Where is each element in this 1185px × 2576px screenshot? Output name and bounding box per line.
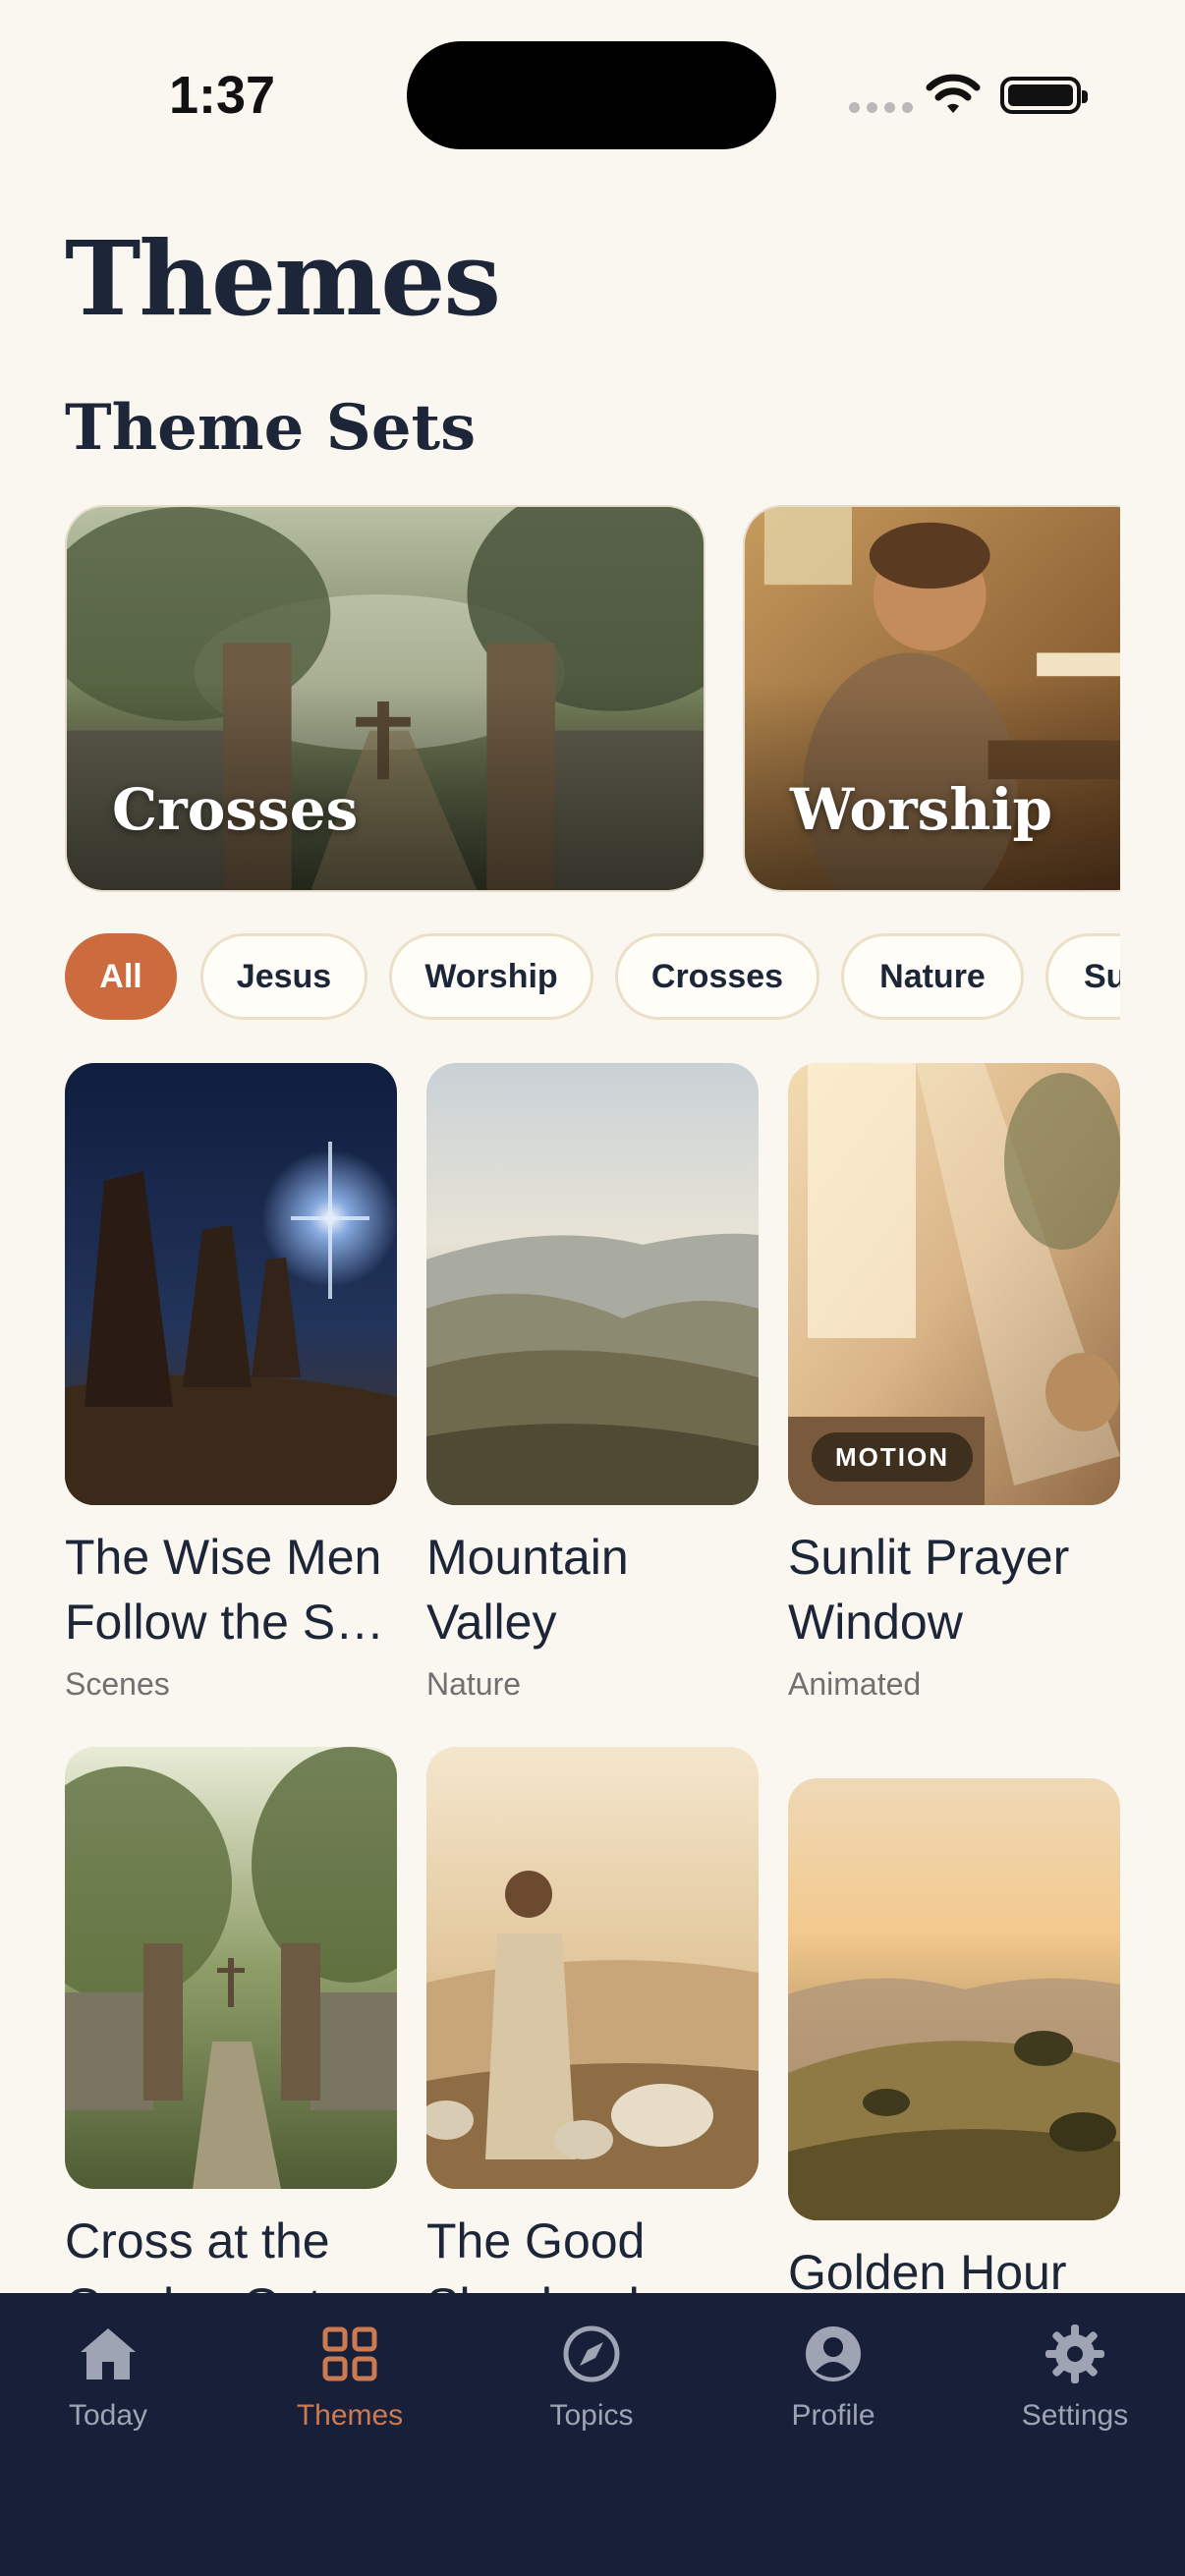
theme-category: Animated	[788, 1666, 922, 1702]
theme-thumbnail	[426, 1747, 759, 2189]
theme-tile[interactable]: MOTION Sunlit Prayer Window Animated	[788, 1063, 1120, 1703]
theme-sets-carousel[interactable]: Crosses Worship	[0, 503, 1120, 896]
page-title: Themes	[65, 218, 501, 339]
tab-label: Settings	[1021, 2399, 1129, 2432]
theme-thumbnail	[65, 1063, 397, 1505]
theme-set-label: Worship	[790, 776, 1053, 843]
filter-chip-jesus[interactable]: Jesus	[200, 933, 367, 1020]
grid-icon	[322, 2326, 377, 2381]
tab-today[interactable]: Today	[10, 2323, 206, 2433]
theme-thumbnail	[788, 1778, 1120, 2220]
theme-tile[interactable]: Cross at the Garden Gate	[65, 1747, 397, 2293]
theme-name: Cross at the Garden Gate	[65, 2213, 349, 2293]
house-icon	[81, 2328, 136, 2380]
compass-icon	[563, 2325, 620, 2382]
theme-tile[interactable]: The Wise Men Follow the S… Scenes	[65, 1063, 397, 1703]
filter-chip-worship[interactable]: Worship	[389, 933, 593, 1020]
status-bar: 1:37	[0, 0, 1185, 187]
status-time: 1:37	[169, 66, 276, 125]
dynamic-island	[407, 41, 776, 149]
battery-icon	[1000, 77, 1088, 114]
person-circle-icon	[806, 2326, 861, 2381]
theme-name: The Wise Men Follow the S…	[65, 1530, 385, 1650]
theme-thumbnail: MOTION	[788, 1063, 1120, 1505]
tab-bar: Today Themes Topics Profile Settings	[0, 2293, 1185, 2576]
theme-name: The Good Shepherd	[426, 2213, 646, 2293]
tab-label: Themes	[296, 2399, 404, 2432]
theme-set-label: Crosses	[112, 776, 359, 843]
cellular-signal-icon	[849, 102, 913, 113]
theme-set-card-worship[interactable]: Worship	[743, 505, 1120, 892]
motion-badge: MOTION	[812, 1432, 973, 1482]
theme-set-card-crosses[interactable]: Crosses	[65, 505, 705, 892]
theme-category: Nature	[426, 1666, 522, 1702]
filter-chips[interactable]: All Jesus Worship Crosses Nature Su	[0, 929, 1120, 1024]
gear-icon	[1045, 2324, 1104, 2383]
tab-settings[interactable]: Settings	[977, 2323, 1173, 2433]
theme-tile[interactable]: Golden Hour	[788, 1778, 1120, 2293]
theme-name: Sunlit Prayer Window	[788, 1530, 1070, 1650]
tab-themes[interactable]: Themes	[252, 2323, 448, 2433]
filter-chip-more[interactable]: Su	[1045, 933, 1120, 1020]
theme-name: Golden Hour	[788, 2245, 1067, 2293]
tab-label: Today	[68, 2399, 148, 2432]
tab-topics[interactable]: Topics	[493, 2323, 690, 2433]
theme-tile[interactable]: Mountain Valley Nature	[426, 1063, 759, 1703]
tab-label: Profile	[791, 2399, 875, 2432]
theme-name: Mountain Valley	[426, 1530, 629, 1650]
themes-grid: The Wise Men Follow the S… Scenes Mounta…	[0, 1041, 1185, 2293]
theme-tile[interactable]: The Good Shepherd	[426, 1747, 759, 2293]
wifi-icon	[926, 74, 981, 113]
theme-category: Scenes	[65, 1666, 170, 1702]
theme-sets-heading: Theme Sets	[65, 391, 477, 465]
tab-profile[interactable]: Profile	[735, 2323, 931, 2433]
theme-thumbnail	[65, 1747, 397, 2189]
filter-chip-nature[interactable]: Nature	[841, 933, 1024, 1020]
tab-label: Topics	[549, 2399, 634, 2432]
theme-thumbnail	[426, 1063, 759, 1505]
filter-chip-crosses[interactable]: Crosses	[615, 933, 819, 1020]
filter-chip-all[interactable]: All	[65, 933, 177, 1020]
